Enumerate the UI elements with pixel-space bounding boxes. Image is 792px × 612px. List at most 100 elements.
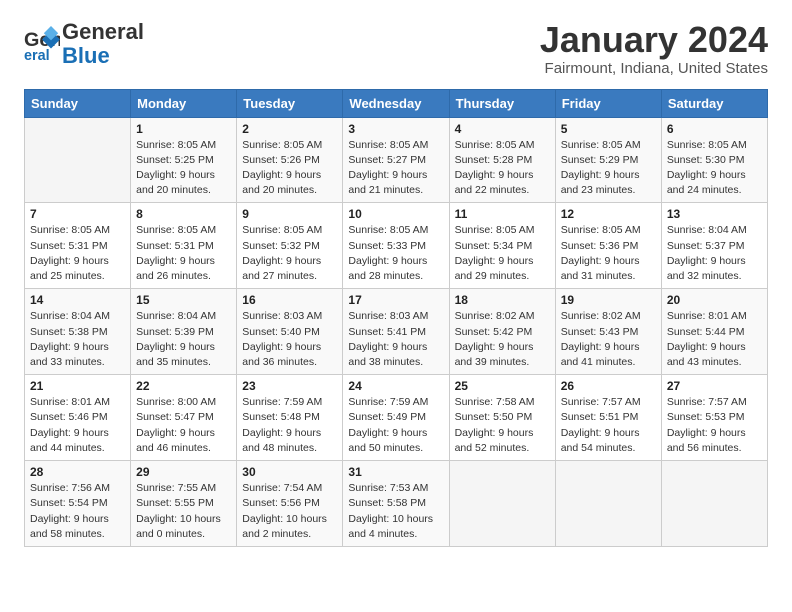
day-number: 19 [561,293,656,307]
day-cell: 30Sunrise: 7:54 AMSunset: 5:56 PMDayligh… [237,461,343,547]
week-row-5: 28Sunrise: 7:56 AMSunset: 5:54 PMDayligh… [25,461,768,547]
day-detail: Sunrise: 8:04 AMSunset: 5:39 PMDaylight:… [136,309,231,370]
logo-blue: Blue [62,43,110,68]
day-cell: 11Sunrise: 8:05 AMSunset: 5:34 PMDayligh… [449,203,555,289]
day-number: 11 [455,207,550,221]
day-number: 7 [30,207,125,221]
header-day-sunday: Sunday [25,89,131,117]
week-row-3: 14Sunrise: 8:04 AMSunset: 5:38 PMDayligh… [25,289,768,375]
calendar-table: SundayMondayTuesdayWednesdayThursdayFrid… [24,89,768,547]
week-row-2: 7 Sunrise: 8:05 AMSunset: 5:31 PMDaylight… [25,203,768,289]
day-number: 27 [667,379,762,393]
day-detail: Sunrise: 8:05 AMSunset: 5:28 PMDaylight:… [455,138,550,199]
logo-general: General [62,19,144,44]
day-detail: Sunrise: 8:05 AMSunset: 5:31 PMDaylight:… [136,223,231,284]
header-row: SundayMondayTuesdayWednesdayThursdayFrid… [25,89,768,117]
week-row-1: 1 Sunrise: 8:05 AMSunset: 5:25 PMDaylight… [25,117,768,203]
day-number: 13 [667,207,762,221]
header-day-wednesday: Wednesday [343,89,449,117]
day-cell [661,461,767,547]
day-detail: Sunrise: 7:59 AMSunset: 5:49 PMDaylight:… [348,395,443,456]
day-cell: 15 Sunrise: 8:04 AMSunset: 5:39 PMDayligh… [131,289,237,375]
day-detail: Sunrise: 8:05 AMSunset: 5:27 PMDaylight:… [348,138,443,199]
day-detail: Sunrise: 8:05 AMSunset: 5:25 PMDaylight:… [136,138,231,199]
day-cell: 10 Sunrise: 8:05 AMSunset: 5:33 PMDayligh… [343,203,449,289]
day-detail: Sunrise: 8:01 AMSunset: 5:44 PMDaylight:… [667,309,762,370]
day-number: 16 [242,293,337,307]
calendar-body: 1 Sunrise: 8:05 AMSunset: 5:25 PMDaylight… [25,117,768,546]
header-day-tuesday: Tuesday [237,89,343,117]
header-day-monday: Monday [131,89,237,117]
day-number: 18 [455,293,550,307]
day-detail: Sunrise: 7:58 AMSunset: 5:50 PMDaylight:… [455,395,550,456]
day-number: 29 [136,465,231,479]
day-cell: 29 Sunrise: 7:55 AMSunset: 5:55 PMDayligh… [131,461,237,547]
day-detail: Sunrise: 8:05 AMSunset: 5:36 PMDaylight:… [561,223,656,284]
day-cell: 5 Sunrise: 8:05 AMSunset: 5:29 PMDaylight… [555,117,661,203]
day-cell: 20 Sunrise: 8:01 AMSunset: 5:44 PMDayligh… [661,289,767,375]
day-detail: Sunrise: 8:03 AMSunset: 5:41 PMDaylight:… [348,309,443,370]
day-number: 6 [667,122,762,136]
day-cell: 4Sunrise: 8:05 AMSunset: 5:28 PMDaylight… [449,117,555,203]
day-cell: 21 Sunrise: 8:01 AMSunset: 5:46 PMDayligh… [25,375,131,461]
day-cell: 16 Sunrise: 8:03 AMSunset: 5:40 PMDayligh… [237,289,343,375]
day-detail: Sunrise: 8:05 AMSunset: 5:31 PMDaylight:… [30,223,125,284]
day-cell: 6 Sunrise: 8:05 AMSunset: 5:30 PMDaylight… [661,117,767,203]
day-cell: 8Sunrise: 8:05 AMSunset: 5:31 PMDaylight… [131,203,237,289]
day-cell: 26Sunrise: 7:57 AMSunset: 5:51 PMDayligh… [555,375,661,461]
day-cell: 9Sunrise: 8:05 AMSunset: 5:32 PMDaylight… [237,203,343,289]
day-detail: Sunrise: 8:02 AMSunset: 5:43 PMDaylight:… [561,309,656,370]
day-cell: 24 Sunrise: 7:59 AMSunset: 5:49 PMDayligh… [343,375,449,461]
page: Gen eral General Blue January 2024 Fairm… [0,0,792,567]
day-cell: 2Sunrise: 8:05 AMSunset: 5:26 PMDaylight… [237,117,343,203]
day-detail: Sunrise: 8:03 AMSunset: 5:40 PMDaylight:… [242,309,337,370]
day-cell: 14Sunrise: 8:04 AMSunset: 5:38 PMDayligh… [25,289,131,375]
day-number: 14 [30,293,125,307]
logo-icon: Gen eral [24,26,60,62]
day-number: 31 [348,465,443,479]
svg-text:eral: eral [24,48,50,62]
day-detail: Sunrise: 7:53 AMSunset: 5:58 PMDaylight:… [348,481,443,542]
day-cell: 13Sunrise: 8:04 AMSunset: 5:37 PMDayligh… [661,203,767,289]
day-number: 3 [348,122,443,136]
day-number: 2 [242,122,337,136]
logo: Gen eral General Blue [24,20,144,68]
day-detail: Sunrise: 8:05 AMSunset: 5:33 PMDaylight:… [348,223,443,284]
day-number: 17 [348,293,443,307]
day-detail: Sunrise: 8:05 AMSunset: 5:29 PMDaylight:… [561,138,656,199]
calendar-subtitle: Fairmount, Indiana, United States [540,60,768,77]
day-number: 15 [136,293,231,307]
day-number: 20 [667,293,762,307]
day-cell: 27 Sunrise: 7:57 AMSunset: 5:53 PMDayligh… [661,375,767,461]
day-number: 1 [136,122,231,136]
day-detail: Sunrise: 8:05 AMSunset: 5:30 PMDaylight:… [667,138,762,199]
day-number: 25 [455,379,550,393]
logo-text: General Blue [62,20,144,68]
day-number: 23 [242,379,337,393]
day-cell: 19 Sunrise: 8:02 AMSunset: 5:43 PMDayligh… [555,289,661,375]
day-cell [449,461,555,547]
day-detail: Sunrise: 8:01 AMSunset: 5:46 PMDaylight:… [30,395,125,456]
day-cell [25,117,131,203]
day-cell: 28Sunrise: 7:56 AMSunset: 5:54 PMDayligh… [25,461,131,547]
day-number: 22 [136,379,231,393]
header-day-saturday: Saturday [661,89,767,117]
day-number: 30 [242,465,337,479]
header-day-thursday: Thursday [449,89,555,117]
day-number: 21 [30,379,125,393]
day-detail: Sunrise: 7:55 AMSunset: 5:55 PMDaylight:… [136,481,231,542]
week-row-4: 21 Sunrise: 8:01 AMSunset: 5:46 PMDayligh… [25,375,768,461]
day-number: 24 [348,379,443,393]
day-number: 10 [348,207,443,221]
day-detail: Sunrise: 8:05 AMSunset: 5:32 PMDaylight:… [242,223,337,284]
day-detail: Sunrise: 8:02 AMSunset: 5:42 PMDaylight:… [455,309,550,370]
day-detail: Sunrise: 7:57 AMSunset: 5:53 PMDaylight:… [667,395,762,456]
day-detail: Sunrise: 8:00 AMSunset: 5:47 PMDaylight:… [136,395,231,456]
day-cell: 22 Sunrise: 8:00 AMSunset: 5:47 PMDayligh… [131,375,237,461]
day-cell: 31 Sunrise: 7:53 AMSunset: 5:58 PMDayligh… [343,461,449,547]
day-detail: Sunrise: 7:56 AMSunset: 5:54 PMDaylight:… [30,481,125,542]
day-cell: 12Sunrise: 8:05 AMSunset: 5:36 PMDayligh… [555,203,661,289]
day-number: 5 [561,122,656,136]
day-cell: 1 Sunrise: 8:05 AMSunset: 5:25 PMDaylight… [131,117,237,203]
header: Gen eral General Blue January 2024 Fairm… [24,20,768,77]
